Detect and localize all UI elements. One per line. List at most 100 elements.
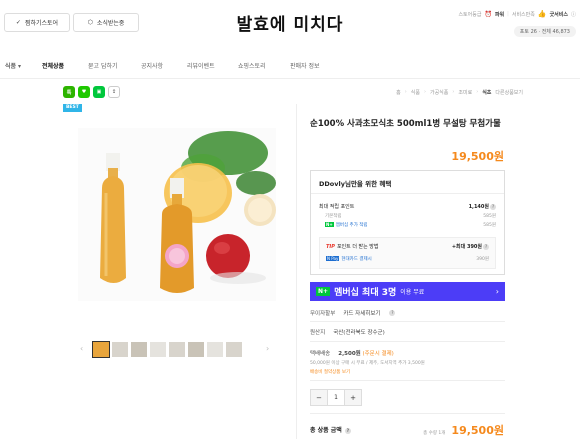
total-count: 총 수량 1개 <box>423 431 446 436</box>
thumbnail[interactable] <box>225 341 243 358</box>
breadcrumb-more[interactable]: 다른상품보기 <box>495 89 523 96</box>
installment-row: 무이자할부 카드 자세히보기 ? <box>310 309 396 317</box>
nav-notice[interactable]: 공지사항 <box>141 61 163 70</box>
divider <box>310 321 505 322</box>
shipping-save-link[interactable]: 배송비 절약상품 보기 <box>310 369 350 375</box>
nav-shopping-story[interactable]: 쇼핑스토리 <box>238 61 266 70</box>
nav-all-products[interactable]: 전체상품 <box>42 61 64 70</box>
thumbnail[interactable] <box>92 341 110 358</box>
help-icon[interactable]: ? <box>389 310 396 316</box>
thumbnail[interactable] <box>187 341 205 358</box>
tip-label: 포인트 더 받는 방법 <box>336 244 379 250</box>
base-points-label: 기본적립 <box>325 214 342 219</box>
nav-review-event[interactable]: 리뷰이벤트 <box>187 61 215 70</box>
base-points-row: 기본적립 585원 <box>325 213 496 219</box>
thumbnail[interactable] <box>168 341 186 358</box>
card-value: 390원 <box>476 257 489 262</box>
benefit-box: DDovly님만을 위한 혜택 최대 적립 포인트 1,140원? 기본적립 5… <box>310 170 505 275</box>
review-stats[interactable]: 포토 26 · 전체 46,873 <box>513 26 576 37</box>
shipping-note: (주문시 결제) <box>362 351 394 357</box>
talk-icon[interactable]: 톡 <box>63 86 75 98</box>
max-points-row: 최대 적립 포인트 1,140원? <box>319 203 496 210</box>
membership-banner[interactable]: N+ 멤버십 최대 3명 이용 무료 › <box>310 282 505 301</box>
grade-label: 스토어등급 <box>458 11 482 18</box>
service-value: 굿서비스 <box>549 11 568 18</box>
product-price: 19,500원 <box>451 150 504 163</box>
power-grade-icon: ⏰ <box>484 10 492 18</box>
store-nav: 식품 ▾ 전체상품 묻고 답하기 공지사항 리뷰이벤트 쇼핑스토리 판매자 정보 <box>0 57 580 73</box>
tip-value: +최대 390원 <box>451 244 482 250</box>
origin-label: 원산지 <box>310 330 326 336</box>
share-icon[interactable]: ⇪ <box>108 86 120 98</box>
store-header: ✓ 찜하기스토어 ⬡ 소식받는중 발효에 미치다 스토어등급 ⏰ 파워 | 서비… <box>0 0 580 48</box>
best-badge: BEST <box>63 104 82 112</box>
total-amount: 19,500원 <box>451 424 504 437</box>
naver-plus-badge: N+ <box>316 287 331 296</box>
service-label: 서비스만족 <box>511 11 535 18</box>
share-row: 톡 ♥ ▣ ⇪ <box>63 86 120 98</box>
nav-divider <box>0 78 580 79</box>
banner-suffix: 이용 무료 <box>400 289 425 296</box>
nav-qna[interactable]: 묻고 답하기 <box>88 61 118 70</box>
store-grade-bar: 스토어등급 ⏰ 파워 | 서비스만족 👍 굿서비스 ⓘ <box>458 10 576 18</box>
nav-category[interactable]: 식품 ▾ <box>5 61 21 70</box>
thumb-prev-icon[interactable]: ‹ <box>80 344 83 353</box>
benefit-title: DDovly님만을 위한 혜택 <box>319 180 392 188</box>
stats-text: 포토 26 · 전체 46,873 <box>519 29 570 35</box>
help-icon[interactable]: ? <box>483 244 489 250</box>
card-detail-link[interactable]: 카드 자세히보기 <box>343 309 380 317</box>
tip-box: TIP 포인트 더 받는 방법 +최대 390원? N Pay 현대카드 결제시 3… <box>319 237 496 269</box>
breadcrumb: 홈 › 식품 › 가공식품 › 조미료 › 식초 다른상품보기 <box>396 89 523 96</box>
breadcrumb-processed[interactable]: 가공식품 <box>430 89 448 96</box>
grade-value: 파워 <box>494 11 505 18</box>
quantity-stepper: − 1 + <box>310 389 362 406</box>
naver-plus-icon: N+ <box>325 222 334 227</box>
quantity-plus-button[interactable]: + <box>345 390 361 405</box>
info-icon[interactable]: ⓘ <box>571 11 576 18</box>
base-points-value: 585원 <box>483 214 496 219</box>
origin-value: 국산(전라북도 장수군) <box>333 330 385 336</box>
thumb-next-icon[interactable]: › <box>266 344 269 353</box>
shipping-condition: 50,000원 이상 구매 시 무료 / 제주, 도서지역 추가 3,500원 <box>310 361 425 366</box>
thumbnail[interactable] <box>149 341 167 358</box>
membership-points-value: 585원 <box>483 223 496 228</box>
thumbnail-strip <box>92 341 243 358</box>
membership-points-link[interactable]: 멤버십 추가 적립 <box>336 223 368 228</box>
installment-label: 무이자할부 <box>310 311 336 317</box>
thumbnail[interactable] <box>130 341 148 358</box>
help-icon[interactable]: ? <box>490 204 496 210</box>
product-photo[interactable] <box>78 128 276 301</box>
breadcrumb-vinegar[interactable]: 식초 <box>482 89 491 96</box>
card-link[interactable]: 현대카드 결제시 <box>341 257 371 262</box>
thumbs-up-icon: 👍 <box>537 10 547 18</box>
nav-seller-info[interactable]: 판매자 정보 <box>290 61 320 70</box>
help-icon[interactable]: ? <box>344 428 351 434</box>
membership-points-row: N+ 멤버십 추가 적립 585원 <box>325 222 496 228</box>
zzim-icon[interactable]: ♥ <box>78 86 90 98</box>
benefit-divider <box>311 193 504 194</box>
quantity-minus-button[interactable]: − <box>311 390 327 405</box>
npay-icon: N Pay <box>326 256 340 261</box>
total-label: 총 상품 금액 ? <box>310 427 351 434</box>
tip-icon: TIP <box>326 244 335 250</box>
origin-row: 원산지 국산(전라북도 장수군) <box>310 328 385 336</box>
divider: | <box>507 11 509 17</box>
blog-icon[interactable]: ▣ <box>93 86 105 98</box>
divider <box>310 341 505 342</box>
thumbnail[interactable] <box>111 341 129 358</box>
breadcrumb-home[interactable]: 홈 <box>396 89 401 96</box>
column-divider <box>296 104 297 439</box>
breadcrumb-seasoning[interactable]: 조미료 <box>458 89 472 96</box>
max-points-value: 1,140원 <box>468 204 489 210</box>
breadcrumb-food[interactable]: 식품 <box>411 89 420 96</box>
quantity-input[interactable]: 1 <box>327 390 345 405</box>
shipping-row: 택배배송 2,500원 (주문시 결제) <box>310 349 394 357</box>
shipping-label: 택배배송 <box>310 351 331 357</box>
thumbnail[interactable] <box>206 341 224 358</box>
banner-text: 멤버십 최대 3명 <box>334 288 397 298</box>
shipping-fee: 2,500원 <box>338 351 361 357</box>
total-amount-area: 총 수량 1개 19,500원 <box>423 422 504 438</box>
card-row: N Pay 현대카드 결제시 390원 <box>326 256 489 262</box>
product-name: 순100% 사과초모식초 500ml1병 무설탕 무첨가물 <box>310 119 501 129</box>
tip-row: TIP 포인트 더 받는 방법 +최대 390원? <box>326 243 489 250</box>
